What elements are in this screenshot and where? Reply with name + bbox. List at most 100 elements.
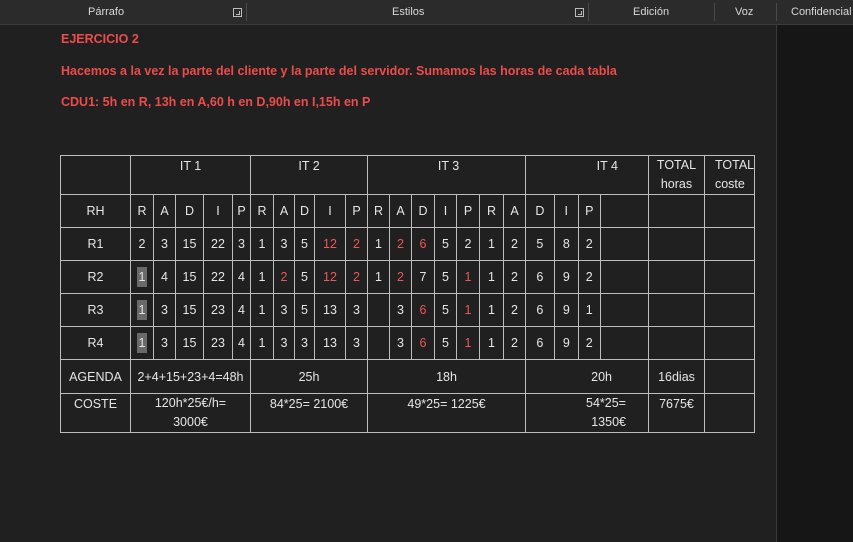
hours-cell[interactable]: 3 [273,326,295,360]
phase-cell[interactable]: D [411,194,435,228]
phase-cell[interactable]: A [273,194,295,228]
agenda-it4[interactable]: 20h [525,359,649,394]
table-cell[interactable] [599,194,649,228]
ribbon-group-voice[interactable]: Voz [735,0,753,24]
hours-cell[interactable]: 4 [232,293,251,327]
hours-cell[interactable]: 5 [294,227,315,261]
rh-label[interactable]: RH [60,194,131,228]
hours-cell[interactable]: 1 [130,260,154,294]
coste-it2[interactable]: 84*25= 2100€ [250,393,368,433]
hours-cell[interactable]: 1 [577,293,601,327]
header-it3[interactable]: IT 3 [367,155,526,195]
coste-label[interactable]: COSTE [60,393,131,433]
hours-cell[interactable]: 9 [553,326,579,360]
hours-cell[interactable]: 2 [345,260,368,294]
hours-cell[interactable]: 5 [434,260,457,294]
row-label[interactable]: R1 [60,227,131,261]
hours-cell[interactable]: 6 [525,326,555,360]
phase-cell[interactable]: D [294,194,315,228]
header-it1[interactable]: IT 1 [130,155,251,195]
table-cell[interactable] [647,194,705,228]
phase-cell[interactable]: D [175,194,204,228]
agenda-total[interactable]: 16dias [647,359,705,394]
agenda-it3[interactable]: 18h [367,359,526,394]
hours-cell[interactable]: 15 [175,260,204,294]
hours-cell[interactable]: 5 [294,293,315,327]
hours-cell[interactable]: 13 [314,326,346,360]
hours-cell[interactable]: 1 [479,293,504,327]
table-cell[interactable] [703,260,755,294]
hours-cell[interactable]: 5 [525,227,555,261]
hours-cell[interactable]: 3 [153,326,176,360]
hours-cell[interactable]: 3 [153,293,176,327]
hours-cell[interactable]: 1 [250,260,274,294]
header-total-horas[interactable]: TOTAL horas [647,155,705,195]
hours-cell[interactable]: 1 [479,227,504,261]
styles-launcher-icon[interactable] [575,8,584,17]
table-cell[interactable] [647,260,705,294]
hours-cell[interactable]: 3 [232,227,251,261]
table-cell[interactable] [599,326,649,360]
coste-total[interactable]: 7675€ [647,393,705,433]
hours-cell[interactable]: 2 [456,227,480,261]
phase-cell[interactable]: A [153,194,176,228]
table-cell[interactable] [703,359,755,394]
hours-cell[interactable] [367,293,390,327]
hours-cell[interactable]: 13 [314,293,346,327]
header-it4[interactable]: IT 4 [525,155,649,195]
hours-cell[interactable]: 23 [203,326,233,360]
hours-cell[interactable]: 2 [389,260,412,294]
hours-cell[interactable]: 1 [250,293,274,327]
hours-cell[interactable]: 8 [553,227,579,261]
hours-cell[interactable]: 6 [525,260,555,294]
agenda-it2[interactable]: 25h [250,359,368,394]
hours-cell[interactable]: 1 [130,326,154,360]
hours-cell[interactable]: 2 [389,227,412,261]
phase-cell[interactable]: P [577,194,601,228]
table-cell[interactable] [647,326,705,360]
hours-cell[interactable]: 3 [294,326,315,360]
header-total-coste[interactable]: TOTAL coste [703,155,755,195]
hours-cell[interactable]: 2 [503,293,526,327]
hours-cell[interactable]: 3 [273,293,295,327]
hours-cell[interactable]: 2 [577,260,601,294]
hours-cell[interactable]: 1 [456,293,480,327]
row-label[interactable]: R2 [60,260,131,294]
table-cell[interactable] [703,194,755,228]
hours-cell[interactable]: 5 [294,260,315,294]
row-label[interactable]: R4 [60,326,131,360]
hours-cell[interactable]: 3 [345,326,368,360]
phase-cell[interactable]: R [479,194,504,228]
phase-cell[interactable]: A [503,194,526,228]
hours-cell[interactable]: 1 [456,326,480,360]
phase-cell[interactable]: P [456,194,480,228]
hours-cell[interactable]: 3 [153,227,176,261]
hours-cell[interactable]: 4 [153,260,176,294]
phase-cell[interactable]: I [553,194,579,228]
agenda-label[interactable]: AGENDA [60,359,131,394]
hours-cell[interactable]: 6 [411,293,435,327]
coste-it3[interactable]: 49*25= 1225€ [367,393,526,433]
ribbon-group-styles[interactable]: Estilos [392,0,424,24]
phase-cell[interactable]: R [130,194,154,228]
hours-cell[interactable]: 2 [345,227,368,261]
hours-cell[interactable]: 9 [553,260,579,294]
hours-cell[interactable]: 1 [130,293,154,327]
hours-cell[interactable]: 7 [411,260,435,294]
ribbon-group-confidential[interactable]: Confidencial [791,0,852,24]
hours-cell[interactable]: 2 [503,326,526,360]
hours-cell[interactable]: 5 [434,227,457,261]
table-cell[interactable] [647,227,705,261]
hours-cell[interactable]: 4 [232,260,251,294]
agenda-it1[interactable]: 2+4+15+23+4=48h [130,359,251,394]
coste-it4[interactable]: 54*25= 1350€ [525,393,649,433]
hours-cell[interactable] [367,326,390,360]
phase-cell[interactable]: D [525,194,555,228]
hours-cell[interactable]: 3 [345,293,368,327]
table-cell[interactable] [703,293,755,327]
table-cell[interactable] [60,155,131,195]
hours-cell[interactable]: 2 [503,260,526,294]
hours-cell[interactable]: 6 [411,326,435,360]
hours-cell[interactable]: 6 [525,293,555,327]
table-cell[interactable] [599,260,649,294]
